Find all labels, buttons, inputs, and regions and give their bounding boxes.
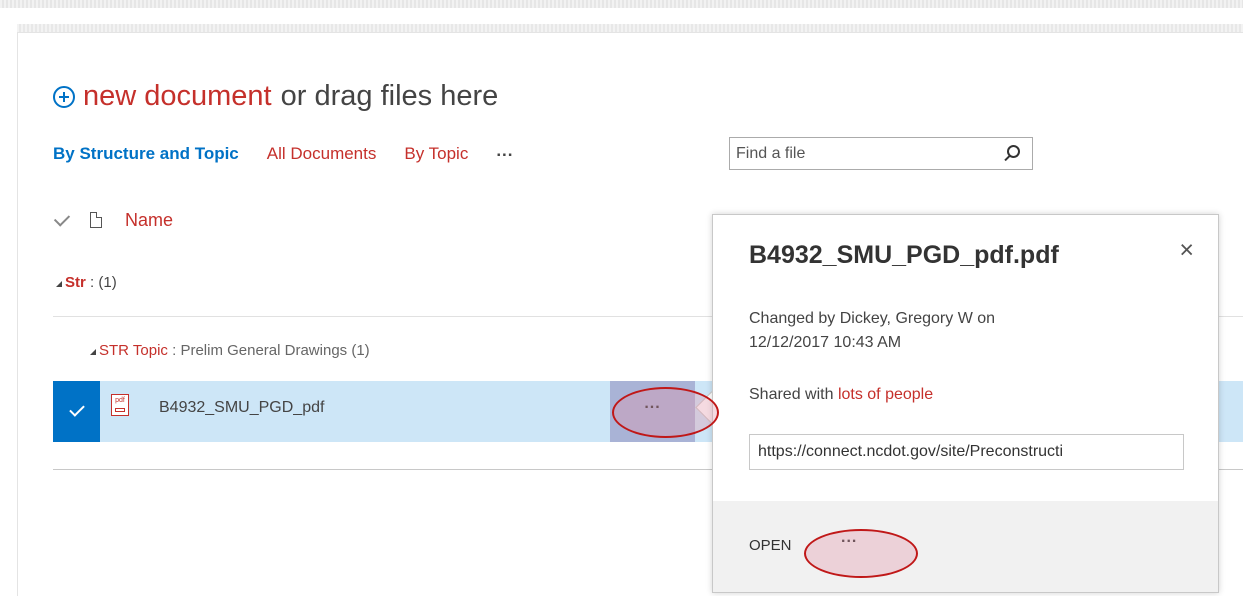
new-document-bar: new document or drag files here (53, 76, 498, 116)
callout-footer: OPEN ... (713, 501, 1218, 592)
collapse-caret-icon[interactable] (90, 349, 96, 355)
close-icon[interactable]: × (1179, 238, 1194, 263)
column-header-name[interactable]: Name (125, 210, 173, 231)
pdf-file-icon: pdf (111, 394, 129, 416)
select-all-check-icon[interactable] (53, 209, 71, 227)
shared-with-text: Shared with lots of people (749, 386, 934, 403)
changed-by-text: Changed by Dickey, Gregory W on 12/12/20… (749, 310, 996, 351)
search-input[interactable] (730, 138, 1002, 169)
more-views-button[interactable]: ... (496, 141, 513, 161)
tab-by-topic[interactable]: By Topic (404, 144, 468, 164)
tab-all-documents[interactable]: All Documents (267, 144, 377, 164)
tab-by-structure-and-topic[interactable]: By Structure and Topic (53, 144, 239, 164)
group-header-str[interactable]: Str : (1) (56, 274, 117, 291)
group-label: Str (65, 274, 86, 291)
document-type-icon (90, 212, 102, 228)
search-icon[interactable] (1007, 145, 1020, 158)
group-header-str-topic[interactable]: STR Topic : Prelim General Drawings (1) (90, 342, 370, 359)
group-count: (1) (351, 342, 370, 359)
column-header-row: Name (53, 205, 173, 235)
group-label: STR Topic (99, 342, 168, 359)
highlight-ring-row-menu (612, 387, 719, 438)
view-tabs: By Structure and Topic All Documents By … (53, 141, 514, 166)
highlight-ring-callout-menu (804, 529, 918, 578)
open-button[interactable]: OPEN (749, 537, 792, 554)
shared-with-link[interactable]: lots of people (838, 386, 933, 403)
top-band (0, 0, 1243, 8)
file-name-link[interactable]: B4932_SMU_PGD_pdf (159, 399, 324, 417)
group-count: (1) (98, 274, 117, 291)
callout-title: B4932_SMU_PGD_pdf.pdf (749, 241, 1059, 269)
file-url-field[interactable]: https://connect.ncdot.gov/site/Preconstr… (749, 434, 1184, 470)
find-file-search-box (729, 137, 1033, 170)
new-document-link[interactable]: new document (83, 80, 272, 113)
file-callout: B4932_SMU_PGD_pdf.pdf × Changed by Dicke… (712, 214, 1219, 593)
plus-circle-icon[interactable] (53, 86, 75, 108)
collapse-caret-icon[interactable] (56, 281, 62, 287)
row-selected-check-icon[interactable] (53, 381, 100, 442)
group-value: Prelim General Drawings (180, 342, 348, 359)
drag-files-text: or drag files here (280, 79, 499, 112)
